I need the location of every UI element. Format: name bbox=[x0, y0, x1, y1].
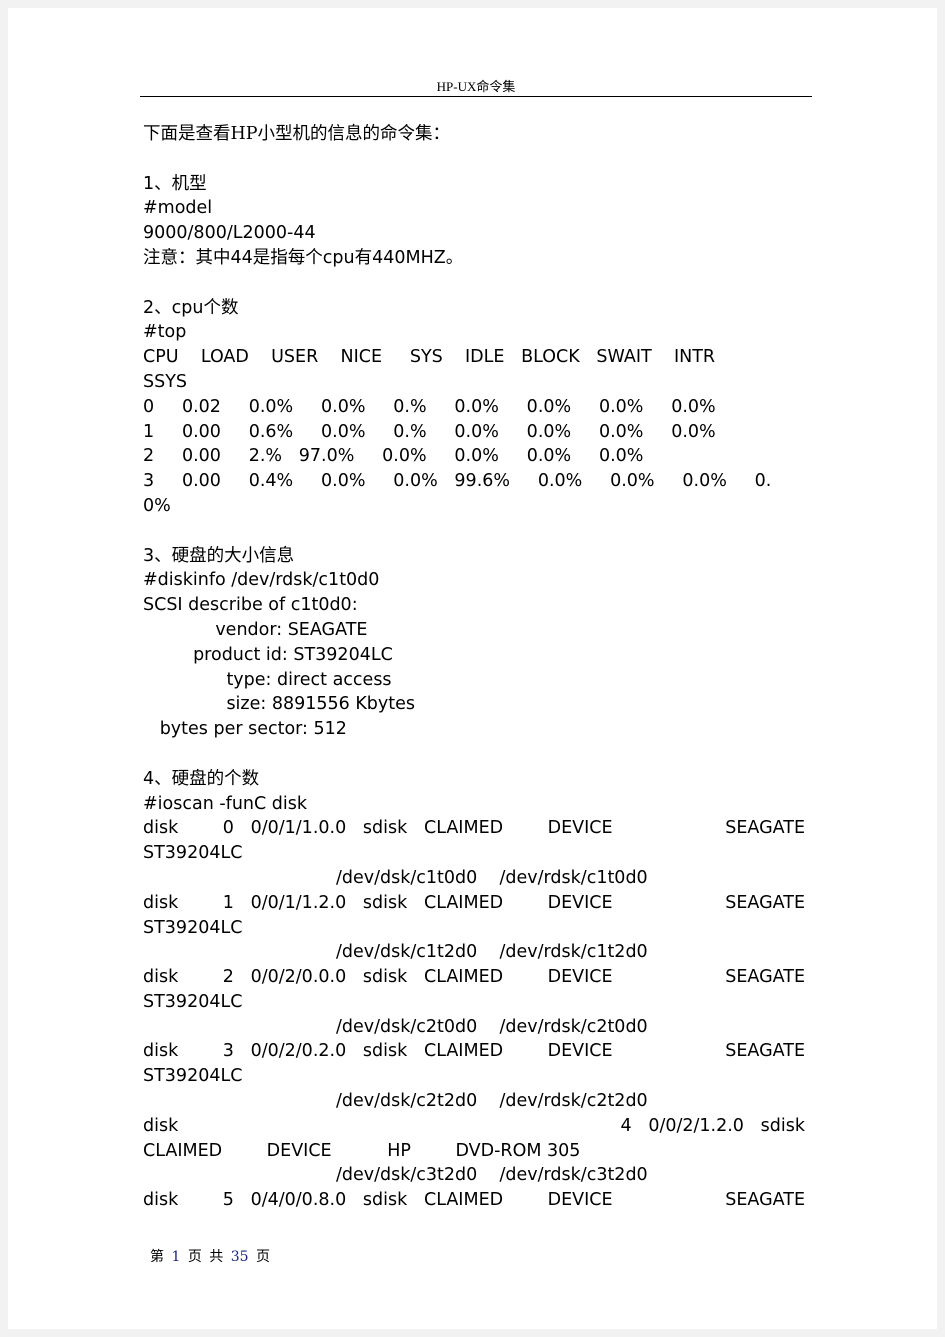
cpu-row-wrap: 0% bbox=[143, 495, 171, 516]
disk-hw-path: 0/0/2/1.2.0 bbox=[648, 1115, 744, 1136]
disk-class: disk bbox=[143, 892, 179, 913]
ioscan-row: disk 2 0/0/2/0.0.0 sdisk CLAIMED DEVICE S… bbox=[143, 965, 805, 990]
footer-page-number: 1 bbox=[171, 1249, 181, 1265]
disk-hw-path: 0/0/2/0.2.0 bbox=[250, 1041, 347, 1062]
diskinfo-line: SCSI describe of c1t0d0: bbox=[143, 595, 358, 616]
disk-vendor: SEAGATE bbox=[725, 1190, 805, 1211]
disk-product: ST39204LC bbox=[143, 843, 243, 864]
disk-main-fields: disk 2 0/0/2/0.0.0 sdisk CLAIMED DEVICE bbox=[143, 965, 613, 990]
disk-type: DEVICE bbox=[547, 892, 613, 913]
disk-device-files: /dev/dsk/c3t2d0 /dev/rdsk/c3t2d0 bbox=[336, 1165, 648, 1186]
disk-state: CLAIMED bbox=[423, 892, 504, 913]
footer-suffix: 页 bbox=[256, 1249, 271, 1265]
section-heading-model: 1、机型 bbox=[143, 173, 207, 194]
disk-product: DVD-ROM 305 bbox=[455, 1140, 581, 1161]
cpu-table-header: CPU LOAD USER NICE SYS IDLE BLOCK SWAIT … bbox=[143, 347, 716, 368]
disk-driver: sdisk bbox=[362, 1041, 408, 1062]
disk-hw-path: 0/4/0/0.8.0 bbox=[250, 1190, 347, 1211]
footer-total-pages: 35 bbox=[230, 1249, 249, 1265]
disk-driver: sdisk bbox=[362, 967, 408, 988]
footer-prefix: 第 bbox=[150, 1249, 164, 1265]
disk-device-files: /dev/dsk/c1t2d0 /dev/rdsk/c1t2d0 bbox=[336, 942, 648, 963]
diskinfo-line: product id: ST39204LC bbox=[143, 644, 393, 665]
cpu-row: 2 0.00 2.% 97.0% 0.0% 0.0% 0.0% 0.0% bbox=[143, 446, 644, 467]
disk-product: ST39204LC bbox=[143, 991, 243, 1012]
disk-device-files: /dev/dsk/c2t2d0 /dev/rdsk/c2t2d0 bbox=[336, 1091, 648, 1112]
disk-vendor: SEAGATE bbox=[725, 967, 805, 988]
disk-instance: 4 bbox=[620, 1115, 632, 1136]
cpu-row: 1 0.00 0.6% 0.0% 0.% 0.0% 0.0% 0.0% 0.0% bbox=[143, 421, 716, 442]
disk-vendor: HP bbox=[387, 1140, 411, 1161]
disk-instance: 1 bbox=[222, 892, 234, 913]
disk-class: disk bbox=[143, 818, 179, 839]
disk-main-fields: disk 1 0/0/1/1.2.0 sdisk CLAIMED DEVICE bbox=[143, 891, 613, 916]
model-note: 注意：其中44是指每个cpu有440MHZ。 bbox=[143, 247, 464, 268]
disk-type: DEVICE bbox=[547, 818, 613, 839]
disk-driver: sdisk bbox=[760, 1115, 805, 1136]
disk-instance: 2 bbox=[222, 967, 234, 988]
ioscan-row: disk 0 0/0/1/1.0.0 sdisk CLAIMED DEVICE S… bbox=[143, 816, 805, 841]
disk-type: DEVICE bbox=[547, 1041, 613, 1062]
command-ioscan: #ioscan -funC disk bbox=[143, 793, 308, 814]
footer-mid: 页 共 bbox=[187, 1249, 224, 1265]
disk-class: disk bbox=[143, 1190, 179, 1211]
document-body: 下面是查看HP小型机的信息的命令集： 1、机型 #model 9000/800/… bbox=[143, 122, 805, 1213]
disk-device-files: /dev/dsk/c2t0d0 /dev/rdsk/c2t0d0 bbox=[336, 1016, 648, 1037]
disk-driver: sdisk bbox=[362, 1190, 408, 1211]
page-header-title: HP-UX命令集 bbox=[436, 79, 516, 94]
disk-device-files: /dev/dsk/c1t0d0 /dev/rdsk/c1t0d0 bbox=[336, 867, 648, 888]
disk-hw-path: 0/0/1/1.2.0 bbox=[250, 892, 347, 913]
disk-type: DEVICE bbox=[547, 1190, 613, 1211]
disk-instance: 3 bbox=[222, 1041, 234, 1062]
disk-instance: 0 bbox=[222, 818, 234, 839]
disk-class: disk bbox=[143, 1041, 179, 1062]
command-top: #top bbox=[143, 322, 187, 343]
command-diskinfo: #diskinfo /dev/rdsk/c1t0d0 bbox=[143, 570, 380, 591]
disk-vendor: SEAGATE bbox=[725, 818, 805, 839]
ioscan-row: disk 4 0/0/2/1.2.0 sdisk bbox=[143, 1114, 805, 1139]
disk-driver: sdisk bbox=[362, 818, 408, 839]
ioscan-output: disk 0 0/0/1/1.0.0 sdisk CLAIMED DEVICE S… bbox=[143, 816, 805, 1213]
disk-product: ST39204LC bbox=[143, 917, 243, 938]
disk-type: DEVICE bbox=[547, 967, 613, 988]
ioscan-row: disk 1 0/0/1/1.2.0 sdisk CLAIMED DEVICE S… bbox=[143, 891, 805, 916]
disk-state: CLAIMED bbox=[423, 967, 504, 988]
disk-hw-path: 0/0/1/1.0.0 bbox=[250, 818, 347, 839]
diskinfo-line: bytes per sector: 512 bbox=[143, 719, 347, 740]
disk-type: DEVICE bbox=[266, 1140, 332, 1161]
disk-state: CLAIMED bbox=[423, 818, 504, 839]
disk-vendor: SEAGATE bbox=[725, 1041, 805, 1062]
intro-text: 下面是查看HP小型机的信息的命令集： bbox=[143, 124, 451, 144]
disk-class: disk bbox=[143, 1115, 179, 1136]
disk-hw-path: 0/0/2/0.0.0 bbox=[250, 967, 347, 988]
model-output: 9000/800/L2000-44 bbox=[143, 223, 316, 244]
section-heading-diskinfo: 3、硬盘的大小信息 bbox=[143, 545, 295, 566]
ioscan-row-wrap: CLAIMED DEVICE HP DVD-ROM 305 bbox=[143, 1139, 805, 1164]
disk-main-fields: disk 3 0/0/2/0.2.0 sdisk CLAIMED DEVICE bbox=[143, 1039, 613, 1064]
disk-hw-info: 4 0/0/2/1.2.0 sdisk bbox=[620, 1114, 805, 1139]
header-rule bbox=[140, 96, 812, 97]
section-heading-cpu: 2、cpu个数 bbox=[143, 297, 239, 318]
disk-product: ST39204LC bbox=[143, 1066, 243, 1087]
page-footer: 第 1 页 共 35 页 bbox=[150, 1246, 270, 1266]
disk-instance: 5 bbox=[222, 1190, 234, 1211]
diskinfo-line: vendor: SEAGATE bbox=[143, 619, 368, 640]
disk-state: CLAIMED bbox=[423, 1190, 504, 1211]
diskinfo-line: type: direct access bbox=[143, 669, 392, 690]
disk-main-fields: disk 0 0/0/1/1.0.0 sdisk CLAIMED DEVICE bbox=[143, 816, 613, 841]
disk-class: disk bbox=[143, 967, 179, 988]
command-model: #model bbox=[143, 198, 213, 219]
section-heading-ioscan: 4、硬盘的个数 bbox=[143, 768, 260, 789]
cpu-row: 3 0.00 0.4% 0.0% 0.0% 99.6% 0.0% 0.0% 0.… bbox=[143, 471, 772, 492]
disk-driver: sdisk bbox=[362, 892, 408, 913]
cpu-row: 0 0.02 0.0% 0.0% 0.% 0.0% 0.0% 0.0% 0.0% bbox=[143, 396, 716, 417]
cpu-table-header-wrap: SSYS bbox=[143, 371, 188, 392]
disk-state: CLAIMED bbox=[423, 1041, 504, 1062]
disk-vendor: SEAGATE bbox=[725, 892, 805, 913]
ioscan-row: disk 5 0/4/0/0.8.0 sdisk CLAIMED DEVICE S… bbox=[143, 1188, 805, 1213]
disk-state: CLAIMED bbox=[143, 1140, 223, 1161]
ioscan-row: disk 3 0/0/2/0.2.0 sdisk CLAIMED DEVICE S… bbox=[143, 1039, 805, 1064]
disk-main-fields: disk 5 0/4/0/0.8.0 sdisk CLAIMED DEVICE bbox=[143, 1188, 613, 1213]
diskinfo-line: size: 8891556 Kbytes bbox=[143, 694, 416, 715]
